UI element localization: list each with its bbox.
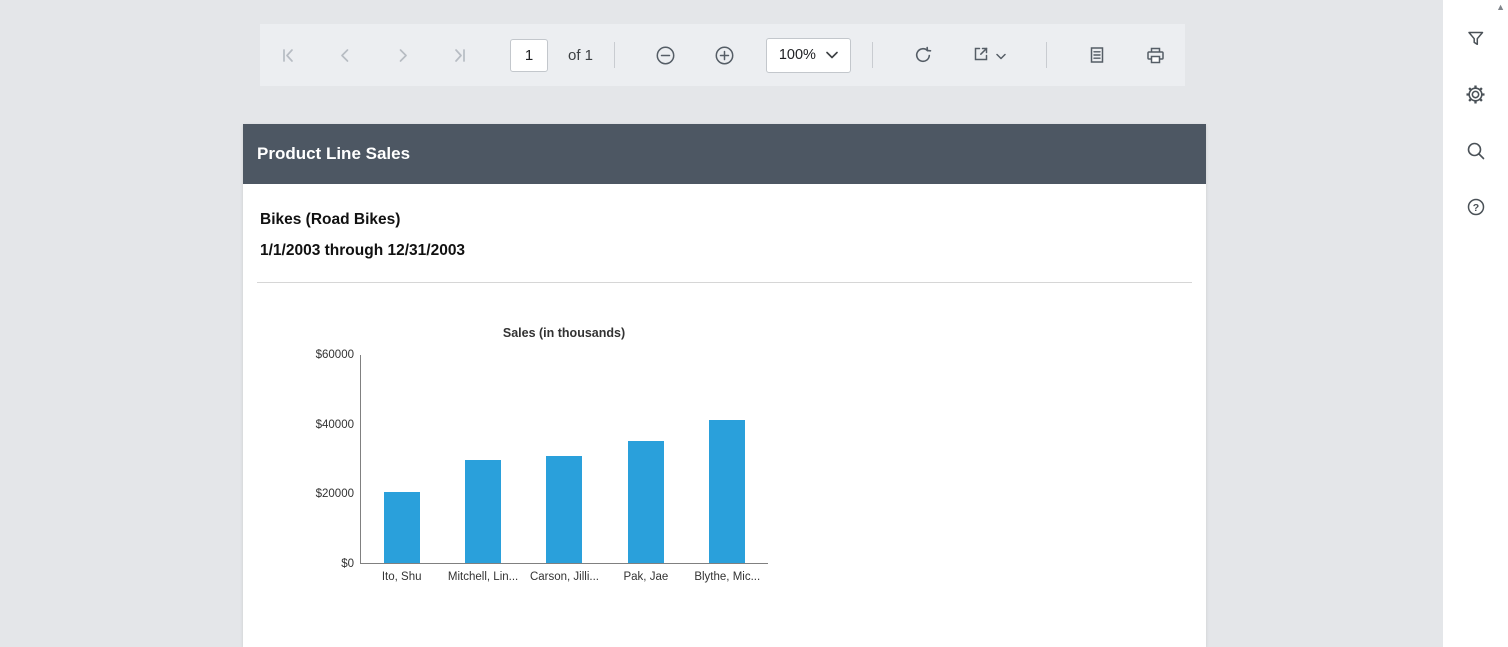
bar-slot: Ito, Shu: [384, 355, 420, 563]
scroll-up-arrow[interactable]: ▲: [1494, 2, 1507, 12]
search-button[interactable]: [1458, 134, 1494, 170]
bar: [628, 441, 664, 563]
search-icon: [1466, 141, 1486, 164]
report-divider: [257, 282, 1192, 283]
chevron-down-icon: [826, 46, 838, 64]
last-page-button[interactable]: [450, 44, 469, 66]
y-axis-label: $40000: [316, 419, 354, 431]
export-button[interactable]: [971, 44, 1006, 67]
help-button[interactable]: ?: [1458, 190, 1494, 226]
report-toolbar: of 1 100%: [260, 24, 1185, 86]
last-page-icon: [450, 46, 469, 65]
report-page: Product Line Sales Bikes (Road Bikes) 1/…: [243, 124, 1206, 647]
page-setup-button[interactable]: [1087, 44, 1107, 66]
y-axis-label: $0: [341, 558, 354, 570]
next-page-button[interactable]: [393, 44, 412, 66]
side-panel: ? ▲: [1443, 0, 1508, 647]
report-header-bar: Product Line Sales: [243, 124, 1206, 184]
chart-plot: Ito, Shu Mitchell, Lin... Carson, Jilli...…: [360, 355, 768, 564]
x-axis-label: Mitchell, Lin...: [448, 571, 518, 583]
x-axis-label: Pak, Jae: [623, 571, 668, 583]
first-page-icon: [279, 46, 298, 65]
export-icon: [971, 44, 991, 67]
bar-slot: Mitchell, Lin...: [465, 355, 501, 563]
first-page-button[interactable]: [279, 44, 298, 66]
svg-text:?: ?: [1472, 202, 1478, 214]
refresh-button[interactable]: [913, 44, 933, 66]
filter-funnel-icon: [1466, 29, 1486, 52]
zoom-in-icon: [714, 45, 735, 66]
x-axis-label: Ito, Shu: [382, 571, 422, 583]
zoom-value-label: 100%: [779, 47, 816, 63]
refresh-icon: [913, 45, 933, 65]
print-button[interactable]: [1145, 44, 1166, 66]
parameters-filter-button[interactable]: [1458, 22, 1494, 58]
bar: [546, 456, 582, 563]
report-title: Product Line Sales: [257, 144, 410, 164]
zoom-select[interactable]: 100%: [766, 38, 852, 73]
toolbar-separator: [872, 42, 873, 68]
chart-y-axis: $0$20000$40000$60000: [300, 355, 360, 564]
next-page-icon: [393, 46, 412, 65]
chart-title: Sales (in thousands): [360, 326, 768, 340]
previous-page-icon: [336, 46, 355, 65]
sales-bar-chart: Sales (in thousands) $0$20000$40000$6000…: [300, 326, 768, 564]
gear-icon: [1465, 84, 1486, 108]
previous-page-button[interactable]: [336, 44, 355, 66]
y-axis-label: $60000: [316, 349, 354, 361]
toolbar-separator: [614, 42, 615, 68]
chart-body: $0$20000$40000$60000 Ito, ShuMitchell, L…: [300, 355, 768, 564]
page-number-input[interactable]: [510, 39, 548, 72]
print-icon: [1145, 45, 1166, 66]
y-axis-label: $20000: [316, 488, 354, 500]
x-axis-label: Blythe, Mic...: [694, 571, 760, 583]
x-axis-label: Carson, Jilli...: [530, 571, 599, 583]
page-setup-icon: [1087, 45, 1107, 65]
bar-slot: Pak, Jae: [628, 355, 664, 563]
bar-slot: Blythe, Mic...: [709, 355, 745, 563]
toolbar-separator: [1046, 42, 1047, 68]
page-count-label: of 1: [568, 47, 593, 64]
settings-button[interactable]: [1458, 78, 1494, 114]
bar: [465, 460, 501, 563]
chevron-down-icon: [996, 48, 1006, 63]
zoom-out-button[interactable]: [655, 44, 676, 66]
zoom-out-icon: [655, 45, 676, 66]
report-subtitle-dates: 1/1/2003 through 12/31/2003: [260, 242, 465, 260]
bar: [709, 420, 745, 563]
report-subtitle-product: Bikes (Road Bikes): [260, 211, 400, 229]
bar-slot: Carson, Jilli...: [546, 355, 582, 563]
help-question-icon: ?: [1466, 197, 1486, 220]
bar: [384, 492, 420, 563]
zoom-in-button[interactable]: [714, 44, 735, 66]
